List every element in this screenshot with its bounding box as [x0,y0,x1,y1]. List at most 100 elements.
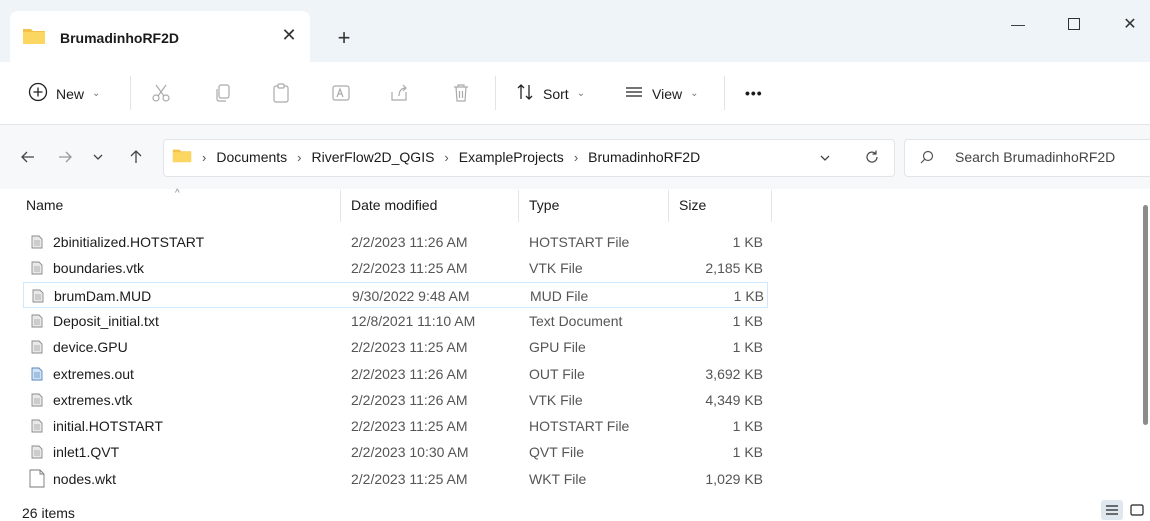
rename-icon[interactable] [330,82,352,107]
file-type: QVT File [529,444,584,461]
forward-arrow-icon[interactable] [55,147,75,167]
item-count: 26 items [22,505,75,521]
breadcrumb-exampleprojects[interactable]: ExampleProjects [459,149,564,165]
file-date-modified: 9/30/2022 9:48 AM [352,287,470,304]
file-row[interactable]: brumDam.MUD 9/30/2022 9:48 AM MUD File 1 KB [23,281,768,308]
file-row[interactable]: nodes.wkt 2/2/2023 11:25 AM WKT File 1,029 … [23,466,768,492]
file-date-modified: 2/2/2023 11:25 AM [351,339,468,356]
column-header-size[interactable]: Size [679,197,706,213]
sort-arrows-icon [515,82,535,105]
scrollbar-thumb[interactable] [1143,205,1148,425]
file-row[interactable]: inlet1.QVT 2/2/2023 10:30 AM QVT File 1 KB [23,439,768,465]
file-row[interactable]: initial.HOTSTART 2/2/2023 11:25 AM HOTSTAR… [23,413,768,439]
file-type: HOTSTART File [529,418,630,435]
breadcrumb-riverflow2d-qgis[interactable]: RiverFlow2D_QGIS [312,149,435,165]
sort-label: Sort [543,85,569,102]
column-divider[interactable] [668,190,669,222]
back-arrow-icon[interactable] [18,147,38,167]
breadcrumb-separator-icon: › [573,149,579,165]
maximize-button[interactable] [1052,10,1096,38]
file-size: 1 KB [732,234,763,250]
breadcrumb-brumadinhorf2d[interactable]: BrumadinhoRF2D [588,149,700,165]
file-icon [32,289,44,306]
address-dropdown-chevron-icon[interactable] [816,149,834,167]
file-row[interactable]: extremes.out 2/2/2023 11:26 AM OUT File 3,6… [23,361,768,387]
up-arrow-icon[interactable] [126,147,146,167]
file-type: HOTSTART File [529,234,630,250]
new-tab-button[interactable]: + [330,24,358,52]
view-button[interactable]: View ⌄ [624,82,698,105]
file-name: extremes.vtk [53,391,133,408]
file-name: initial.HOTSTART [53,418,163,435]
minimize-button[interactable]: — [996,10,1040,38]
more-options-button[interactable]: ••• [745,85,763,101]
file-name: device.GPU [53,339,128,356]
file-icon [31,445,43,462]
file-name: nodes.wkt [53,470,117,487]
file-icon [31,314,43,331]
close-tab-button[interactable]: ✕ [278,24,300,46]
share-icon[interactable] [388,82,410,107]
breadcrumb-documents[interactable]: Documents [216,149,287,165]
sort-button[interactable]: Sort ⌄ [515,82,585,105]
view-lines-icon [624,82,644,105]
file-type: GPU File [529,339,586,356]
breadcrumb-separator-icon: › [202,149,207,165]
view-label: View [652,85,683,102]
separator [495,76,496,110]
file-icon [31,261,43,278]
separator [724,76,725,110]
folder-icon [22,27,46,48]
file-row[interactable]: boundaries.vtk 2/2/2023 11:25 AM VTK File 2… [23,255,768,281]
breadcrumb: › Documents › RiverFlow2D_QGIS › Example… [172,148,700,166]
breadcrumb-separator-icon: › [444,149,449,165]
chevron-down-icon: ⌄ [576,88,586,99]
file-date-modified: 2/2/2023 11:26 AM [351,391,468,408]
separator [130,76,131,110]
file-size: 1,029 KB [705,470,763,487]
file-type: Text Document [529,312,623,329]
search-placeholder[interactable]: Search BrumadinhoRF2D [955,149,1115,165]
file-row[interactable]: 2binitialized.HOTSTART 2/2/2023 11:26 AM H… [23,229,768,255]
column-header-date[interactable]: Date modified [351,197,437,213]
paste-icon[interactable] [270,82,292,107]
cut-icon[interactable] [150,82,172,107]
plus-circle-icon [28,82,48,105]
file-size: 3,692 KB [705,365,763,382]
copy-icon[interactable] [212,82,234,107]
file-row[interactable]: extremes.vtk 2/2/2023 11:26 AM VTK File 4,3… [23,387,768,413]
file-type: WKT File [529,470,587,487]
out-file-icon [31,367,43,384]
file-name: brumDam.MUD [54,287,152,304]
file-date-modified: 2/2/2023 11:26 AM [351,365,468,382]
column-divider[interactable] [771,190,772,222]
breadcrumb-separator-icon: › [297,149,302,165]
column-divider[interactable] [340,190,341,222]
file-date-modified: 12/8/2021 11:10 AM [351,312,476,329]
details-view-icon[interactable] [1101,500,1123,520]
search-icon [918,148,936,166]
file-type: OUT File [529,365,585,382]
file-name: extremes.out [53,365,134,382]
new-button[interactable]: New ⌄ [28,82,100,105]
close-window-button[interactable]: ✕ [1108,10,1150,38]
file-name: boundaries.vtk [53,260,145,277]
file-row[interactable]: device.GPU 2/2/2023 11:25 AM GPU File 1 KB [23,334,768,360]
recent-locations-chevron-icon[interactable] [88,147,108,167]
delete-icon[interactable] [450,82,472,107]
file-date-modified: 2/2/2023 11:25 AM [351,418,468,435]
file-icon [31,393,43,410]
file-date-modified: 2/2/2023 11:25 AM [351,470,468,487]
refresh-icon[interactable] [862,147,882,167]
column-header-name[interactable]: Name [26,197,63,213]
file-row[interactable]: Deposit_initial.txt 12/8/2021 11:10 AM Tex… [23,308,768,334]
file-size: 4,349 KB [705,391,763,408]
file-icon [31,419,43,436]
file-type: MUD File [530,287,589,304]
file-size: 1 KB [732,339,763,356]
sort-indicator-icon: ^ [175,188,180,199]
file-type: VTK File [529,260,583,277]
tiles-view-icon[interactable] [1126,500,1148,520]
column-header-type[interactable]: Type [529,197,559,213]
column-divider[interactable] [518,190,519,222]
